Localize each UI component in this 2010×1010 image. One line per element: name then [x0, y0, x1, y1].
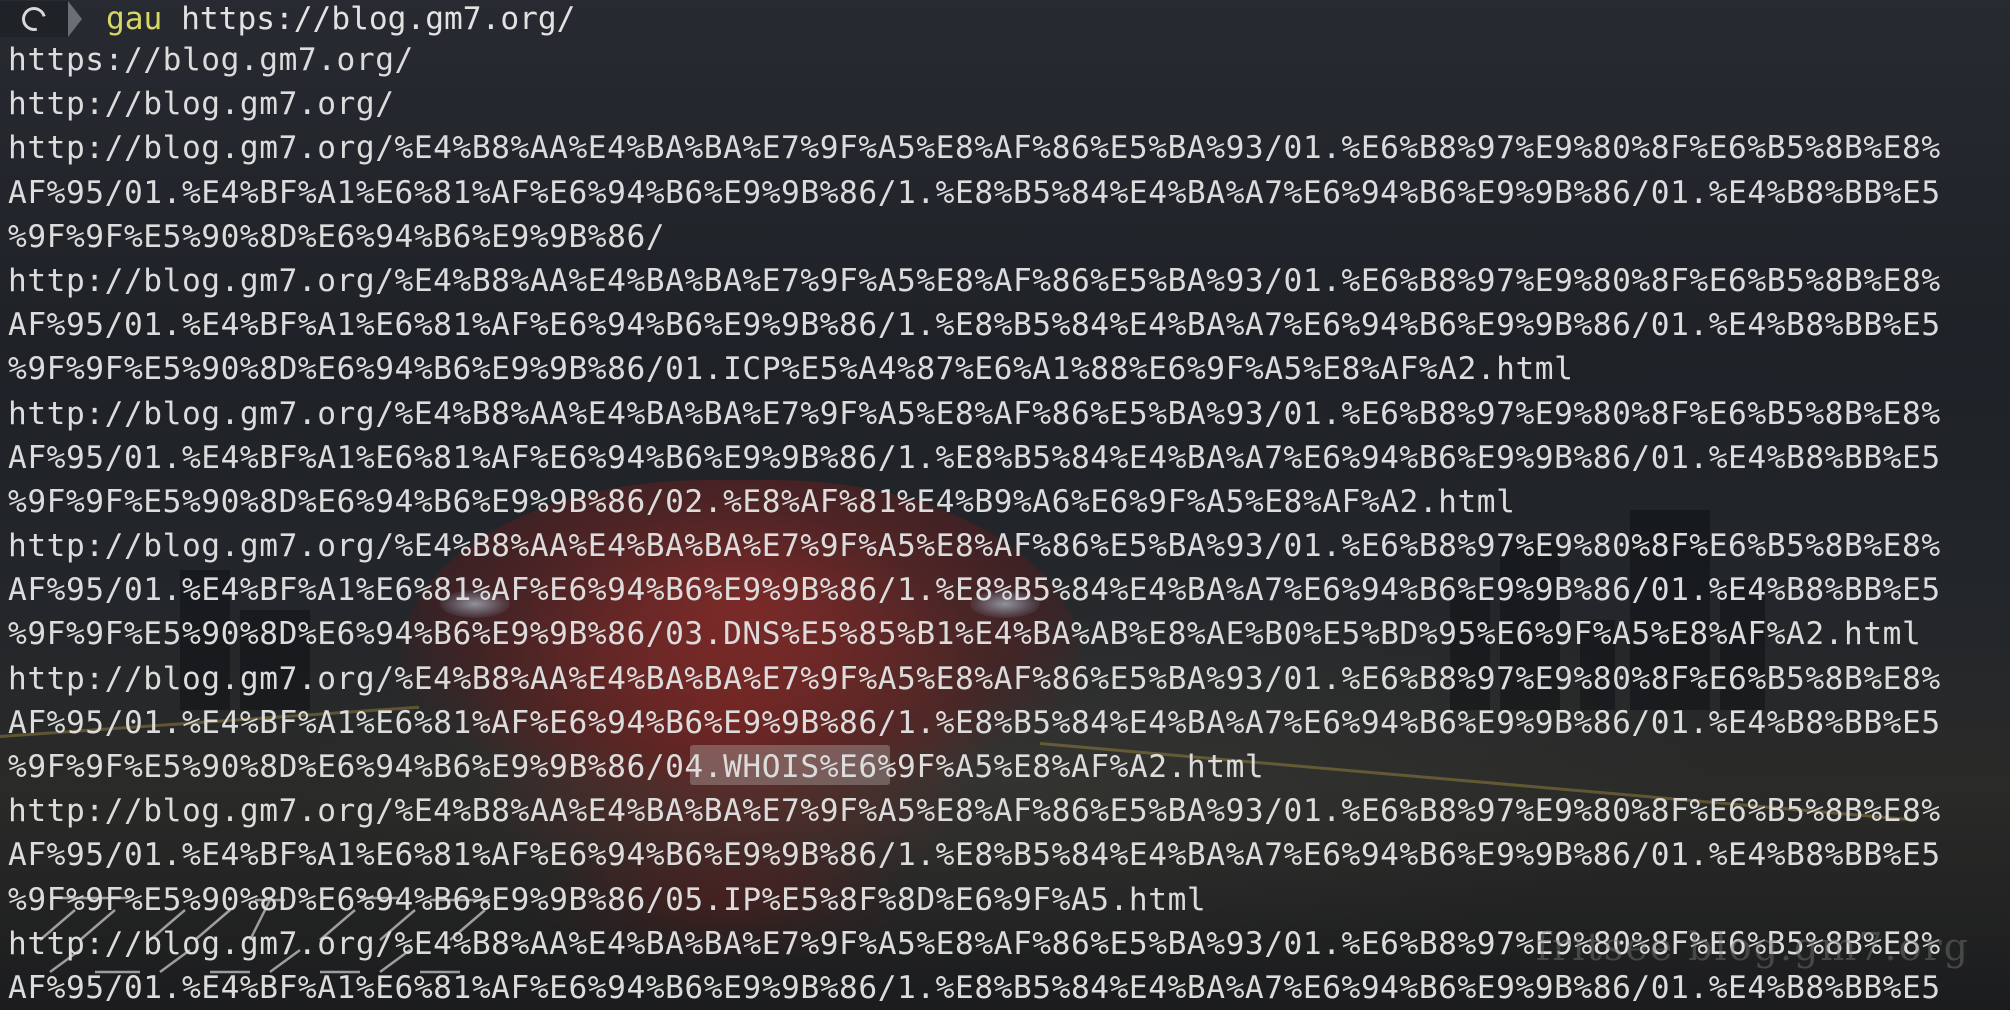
- watermark-text: fritsee blog.gm7.org: [1536, 925, 1970, 969]
- output-line: AF%95/01.%E4%BF%A1%E6%81%AF%E6%94%B6%E9%…: [8, 704, 1941, 741]
- output-line: http://blog.gm7.org/: [8, 86, 395, 123]
- prompt-os-segment: [0, 1, 82, 37]
- terminal-window[interactable]: gau https://blog.gm7.org/ https://blog.g…: [0, 0, 2010, 1010]
- command-argument: https://blog.gm7.org/: [181, 1, 576, 37]
- command-line: gau https://blog.gm7.org/: [106, 0, 575, 38]
- output-line: %9F%9F%E5%90%8D%E6%94%B6%E9%9B%86/01.ICP…: [8, 351, 1574, 388]
- output-line: AF%95/01.%E4%BF%A1%E6%81%AF%E6%94%B6%E9%…: [8, 572, 1941, 609]
- output-line: %9F%9F%E5%90%8D%E6%94%B6%E9%9B%86/03.DNS…: [8, 616, 1922, 653]
- output-line: AF%95/01.%E4%BF%A1%E6%81%AF%E6%94%B6%E9%…: [8, 174, 1941, 211]
- output-line: AF%95/01.%E4%BF%A1%E6%81%AF%E6%94%B6%E9%…: [8, 307, 1941, 344]
- command-name: gau: [106, 1, 163, 37]
- output-line: http://blog.gm7.org/%E4%B8%AA%E4%BA%BA%E…: [8, 130, 1941, 167]
- output-line: http://blog.gm7.org/%E4%B8%AA%E4%BA%BA%E…: [8, 660, 1941, 697]
- output-line: AF%95/01.%E4%BF%A1%E6%81%AF%E6%94%B6%E9%…: [8, 439, 1941, 476]
- output-line: https://blog.gm7.org/: [8, 42, 414, 78]
- terminal-output[interactable]: gau https://blog.gm7.org/ https://blog.g…: [0, 0, 2003, 1010]
- output-line: %9F%9F%E5%90%8D%E6%94%B6%E9%9B%86/05.IP%…: [8, 881, 1207, 918]
- output-line: %9F%9F%E5%90%8D%E6%94%B6%E9%9B%86/04.WHO…: [8, 749, 1265, 785]
- output-line: %9F%9F%E5%90%8D%E6%94%B6%E9%9B%86/02.%E8…: [8, 483, 1516, 520]
- output-line: http://blog.gm7.org/%E4%B8%AA%E4%BA%BA%E…: [8, 528, 1941, 565]
- shell-prompt: gau https://blog.gm7.org/: [0, 0, 2003, 38]
- debian-swirl-icon: [17, 2, 51, 36]
- output-line: AF%95/01.%E4%BF%A1%E6%81%AF%E6%94%B6%E9%…: [8, 969, 1941, 1006]
- output-line: %9F%9F%E5%90%8D%E6%94%B6%E9%9B%86/: [8, 218, 666, 255]
- output-line: http://blog.gm7.org/%E4%B8%AA%E4%BA%BA%E…: [8, 793, 1941, 830]
- output-line: http://blog.gm7.org/%E4%B8%AA%E4%BA%BA%E…: [8, 262, 1941, 299]
- output-line: http://blog.gm7.org/%E4%B8%AA%E4%BA%BA%E…: [8, 395, 1941, 432]
- output-line: AF%95/01.%E4%BF%A1%E6%81%AF%E6%94%B6%E9%…: [8, 837, 1941, 874]
